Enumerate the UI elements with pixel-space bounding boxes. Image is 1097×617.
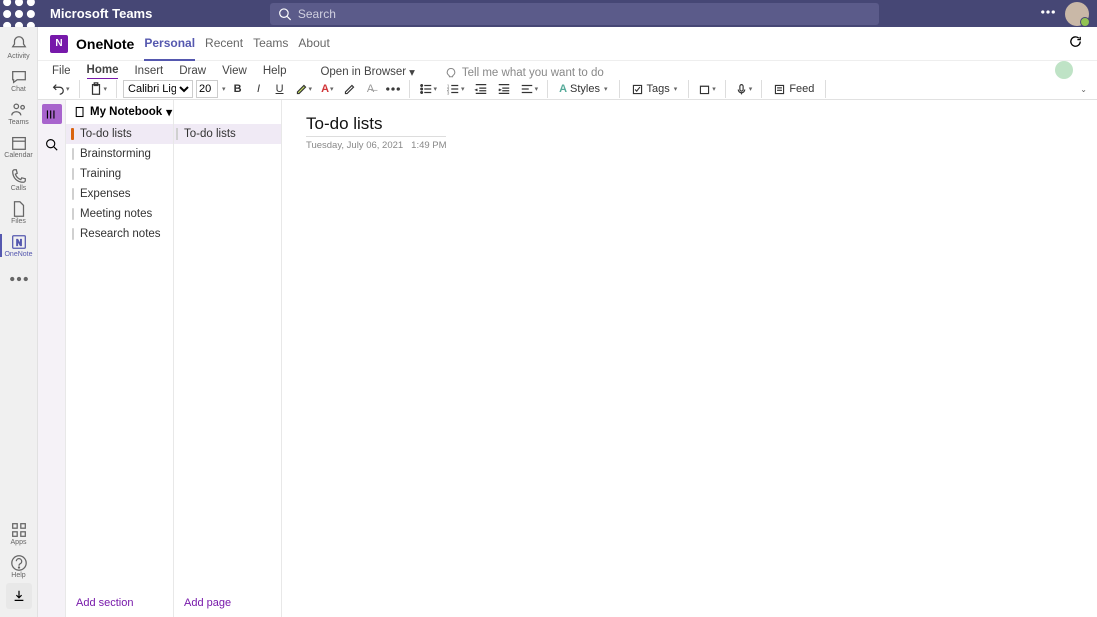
indent-button[interactable] (494, 79, 514, 99)
download-button[interactable] (6, 583, 32, 609)
align-button[interactable]: ▾ (517, 79, 542, 99)
tab-personal[interactable]: Personal (144, 27, 195, 61)
paste-button[interactable]: ▾ (86, 79, 111, 99)
tab-about[interactable]: About (298, 27, 329, 61)
ribbon-expand-icon[interactable]: ⌄ (1080, 85, 1087, 94)
tab-recent[interactable]: Recent (205, 27, 243, 61)
app-rail: Activity Chat Teams Calendar Calls Files… (0, 27, 38, 617)
more-formatting-icon[interactable] (383, 79, 403, 99)
font-size-input[interactable] (196, 80, 218, 98)
add-section-button[interactable]: Add section (66, 597, 173, 617)
notebook-rail (38, 100, 66, 617)
ribbontab-insert[interactable]: Insert (134, 65, 163, 79)
more-options-icon[interactable] (1041, 5, 1055, 22)
ribbon: File Home Insert Draw View Help Open in … (38, 61, 1097, 100)
section-meeting-notes[interactable]: Meeting notes (66, 204, 173, 224)
outdent-button[interactable] (471, 79, 491, 99)
page-canvas[interactable]: To-do lists Tuesday, July 06, 2021 1:49 … (282, 100, 1097, 617)
onenote-title: OneNote (76, 36, 134, 52)
italic-button[interactable]: I (250, 79, 268, 99)
rail-activity[interactable]: Activity (0, 31, 38, 64)
font-select[interactable]: Calibri Light (123, 80, 193, 98)
open-in-browser[interactable]: Open in Browser▾ (320, 65, 414, 79)
page-list: To-do lists Add page (174, 100, 282, 617)
ribbontab-file[interactable]: File (52, 65, 71, 79)
tab-teams[interactable]: Teams (253, 27, 288, 61)
tell-me-input[interactable]: Tell me what you want to do (445, 67, 604, 79)
onenote-appicon: N (50, 35, 68, 53)
notebook-nav-icon[interactable] (42, 104, 62, 124)
ribbontab-view[interactable]: View (222, 65, 247, 79)
ribbontab-help[interactable]: Help (263, 65, 287, 79)
search-icon (278, 7, 292, 21)
clear-format-button[interactable] (340, 79, 359, 99)
bold-button[interactable]: B (229, 79, 247, 99)
user-avatar[interactable] (1065, 2, 1089, 26)
section-list: My Notebook▾ To-do lists Brainstorming T… (66, 100, 174, 617)
rail-teams[interactable]: Teams (0, 97, 38, 130)
rail-apps[interactable]: Apps (0, 517, 38, 550)
section-todo[interactable]: To-do lists (66, 124, 173, 144)
notebook-title[interactable]: My Notebook▾ (66, 100, 173, 124)
presence-icon[interactable] (1055, 61, 1073, 79)
format-painter-button[interactable]: A̶ (362, 79, 380, 99)
rail-chat[interactable]: Chat (0, 64, 38, 97)
tags-button[interactable]: Tags▾ (626, 79, 683, 99)
ribbontab-home[interactable]: Home (87, 64, 119, 79)
section-training[interactable]: Training (66, 164, 173, 184)
styles-button[interactable]: AStyles▾ (554, 79, 612, 99)
page-title[interactable]: To-do lists (306, 114, 446, 137)
font-color-button[interactable]: A▾ (318, 79, 336, 99)
rail-help[interactable]: Help (0, 550, 38, 583)
page-time: 1:49 PM (411, 140, 446, 151)
ribbontab-draw[interactable]: Draw (179, 65, 206, 79)
number-list-button[interactable]: 123▾ (443, 79, 468, 99)
dictate-button[interactable]: ▾ (732, 79, 756, 99)
add-page-button[interactable]: Add page (174, 597, 281, 617)
rail-calls[interactable]: Calls (0, 163, 38, 196)
section-expenses[interactable]: Expenses (66, 184, 173, 204)
svg-text:3: 3 (447, 90, 450, 95)
page-date: Tuesday, July 06, 2021 (306, 140, 403, 151)
rail-calendar[interactable]: Calendar (0, 130, 38, 163)
rail-onenote[interactable]: NOneNote (0, 229, 38, 262)
undo-button[interactable]: ▾ (48, 79, 73, 99)
onenote-header: N OneNote Personal Recent Teams About (38, 27, 1097, 61)
search-input[interactable] (298, 7, 871, 21)
feed-button[interactable]: Feed (768, 79, 819, 99)
underline-button[interactable]: U (271, 79, 289, 99)
section-brainstorming[interactable]: Brainstorming (66, 144, 173, 164)
section-research-notes[interactable]: Research notes (66, 224, 173, 244)
meeting-button[interactable]: ▾ (695, 79, 719, 99)
app-name: Microsoft Teams (50, 6, 152, 21)
page-todo[interactable]: To-do lists (174, 124, 281, 144)
search-box[interactable] (270, 3, 879, 25)
title-bar: Microsoft Teams (0, 0, 1097, 27)
highlight-button[interactable]: ▾ (292, 79, 316, 99)
refresh-icon[interactable] (1068, 34, 1083, 54)
notebook-search-icon[interactable] (45, 138, 58, 156)
rail-files[interactable]: Files (0, 196, 38, 229)
rail-more-icon[interactable] (0, 262, 38, 295)
svg-text:N: N (16, 239, 22, 248)
bullet-list-button[interactable]: ▾ (416, 79, 441, 99)
